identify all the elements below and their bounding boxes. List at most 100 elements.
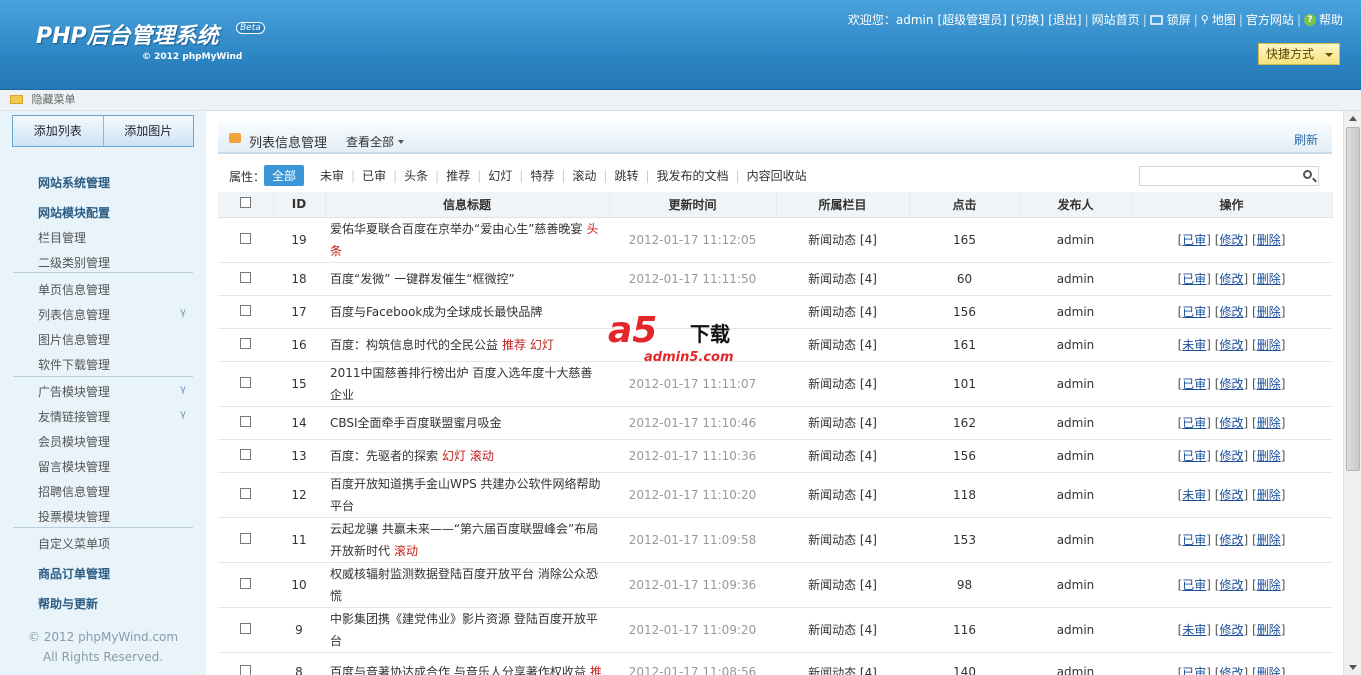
sidebar-item-image-info[interactable]: 图片信息管理 [38,331,110,348]
row-checkbox[interactable] [240,532,251,544]
table-row[interactable]: 12 百度开放知道携手金山WPS 共建办公软件网络帮助平台 2012-01-17 1… [218,472,1332,518]
sidebar-item-list-info[interactable]: 列表信息管理 γ [38,306,198,323]
row-checkbox[interactable] [240,232,251,244]
edit-link[interactable]: 修改 [1219,338,1243,352]
edit-link[interactable]: 修改 [1219,233,1243,247]
status-link[interactable]: 未审 [1182,338,1206,352]
col-hits[interactable]: 点击 [909,192,1021,218]
filter-item[interactable]: 头条 [398,165,434,186]
edit-link[interactable]: 修改 [1219,533,1243,547]
search-box[interactable] [1139,166,1319,186]
col-title[interactable]: 信息标题 [325,192,610,218]
shortcut-dropdown[interactable]: 快捷方式 [1258,43,1340,65]
table-row[interactable]: 18 百度“发微” 一键群发催生“框微控” 2012-01-17 11:11:50 新… [218,262,1332,296]
status-link[interactable]: 已审 [1182,272,1206,286]
filter-item[interactable]: 内容回收站 [741,165,813,186]
row-title[interactable]: CBSI全面牵手百度联盟蜜月吸金 [330,416,502,430]
col-author[interactable]: 发布人 [1020,192,1132,218]
sidebar-item-messages[interactable]: 留言模块管理 [38,458,110,475]
sidebar-item-help[interactable]: 帮助与更新 [38,595,98,612]
table-row[interactable]: 14 CBSI全面牵手百度联盟蜜月吸金 2012-01-17 11:10:46 新闻动… [218,406,1332,440]
sidebar-item-category[interactable]: 二级类别管理 [38,254,110,271]
sidebar-item-software[interactable]: 软件下载管理 [38,356,110,373]
sidebar-item-custom-menu[interactable]: 自定义菜单项 [38,535,110,552]
tab-add-list[interactable]: 添加列表 [13,116,103,146]
delete-link[interactable]: 删除 [1257,488,1281,502]
hide-menu-bar[interactable]: 隐藏菜单 [0,90,1361,111]
sidebar-item-votes[interactable]: 投票模块管理 [38,508,110,525]
help-link[interactable]: 帮助 [1319,11,1343,28]
scroll-up-icon[interactable] [1349,116,1357,121]
delete-link[interactable]: 删除 [1257,377,1281,391]
table-row[interactable]: 10 权威核辐射监测数据登陆百度开放平台 消除公众恐慌 2012-01-17 11:… [218,562,1332,608]
table-row[interactable]: 11 云起龙骧 共赢未来——“第六届百度联盟峰会”布局开放新时代 滚动 2012-01… [218,517,1332,563]
row-checkbox[interactable] [240,448,251,460]
official-site-link[interactable]: 官方网站 [1246,11,1294,28]
row-checkbox[interactable] [240,487,251,499]
row-checkbox[interactable] [240,376,251,388]
status-link[interactable]: 已审 [1182,416,1206,430]
sidebar-item-links[interactable]: 友情链接管理 γ [38,408,198,425]
sidebar-item-page-info[interactable]: 单页信息管理 [38,281,110,298]
scrollbar[interactable] [1343,111,1361,675]
row-title[interactable]: 中影集团携《建党伟业》影片资源 登陆百度开放平台 [330,612,598,648]
status-link[interactable]: 已审 [1182,449,1206,463]
row-checkbox[interactable] [240,304,251,316]
search-icon[interactable] [1303,170,1312,179]
refresh-link[interactable]: 刷新 [1294,131,1318,148]
delete-link[interactable]: 删除 [1257,233,1281,247]
table-row[interactable]: 16 百度：构筑信息时代的全民公益 推荐 幻灯 新闻动态 [4] 161 admin [未审… [218,328,1332,362]
table-row[interactable]: 17 百度与Facebook成为全球成长最快品牌 新闻动态 [4] 156 admin[… [218,295,1332,329]
table-row[interactable]: 8 百度与音著协达成合作 与音乐人分享著作权收益推 2012-01-17 11:08… [218,652,1332,675]
row-title[interactable]: 百度开放知道携手金山WPS 共建办公软件网络帮助平台 [330,477,601,513]
edit-link[interactable]: 修改 [1219,578,1243,592]
scroll-down-icon[interactable] [1349,665,1357,670]
switch-link[interactable]: [切换] [1011,11,1044,28]
filter-item[interactable]: 全部 [264,165,305,186]
row-title[interactable]: 百度：构筑信息时代的全民公益 [330,338,498,352]
row-checkbox[interactable] [240,665,251,675]
edit-link[interactable]: 修改 [1219,377,1243,391]
edit-link[interactable]: 修改 [1219,305,1243,319]
edit-link[interactable]: 修改 [1219,623,1243,637]
row-title[interactable]: 权威核辐射监测数据登陆百度开放平台 消除公众恐慌 [330,567,598,603]
filter-item[interactable]: 跳转 [608,165,644,186]
filter-item[interactable]: 幻灯 [482,165,518,186]
table-row[interactable]: 19 爱佑华夏联合百度在京举办“爱由心生”慈善晚宴 头条 2012-01-17 11:… [218,217,1332,263]
edit-link[interactable]: 修改 [1219,488,1243,502]
delete-link[interactable]: 删除 [1257,666,1281,675]
row-title[interactable]: 云起龙骧 共赢未来——“第六届百度联盟峰会”布局开放新时代 [330,522,598,558]
delete-link[interactable]: 删除 [1257,623,1281,637]
select-all-checkbox[interactable] [239,197,251,209]
row-title[interactable]: 爱佑华夏联合百度在京举办“爱由心生”慈善晚宴 [330,222,582,236]
row-title[interactable]: 百度：先驱者的探索 [330,449,438,463]
table-row[interactable]: 9 中影集团携《建党伟业》影片资源 登陆百度开放平台 2012-01-17 11:0… [218,607,1332,653]
table-row[interactable]: 13 百度：先驱者的探索 幻灯 滚动 2012-01-17 11:10:36 新闻动态 … [218,439,1332,473]
delete-link[interactable]: 删除 [1257,533,1281,547]
row-checkbox[interactable] [240,271,251,283]
col-id[interactable]: ID [273,192,326,218]
delete-link[interactable]: 删除 [1257,449,1281,463]
row-checkbox[interactable] [240,577,251,589]
edit-link[interactable]: 修改 [1219,449,1243,463]
status-link[interactable]: 已审 [1182,305,1206,319]
sidebar-item-module-config[interactable]: 网站模块配置 [38,204,110,221]
status-link[interactable]: 已审 [1182,578,1206,592]
status-link[interactable]: 已审 [1182,377,1206,391]
delete-link[interactable]: 删除 [1257,338,1281,352]
filter-item[interactable]: 已审 [356,165,392,186]
row-checkbox[interactable] [240,622,251,634]
sidebar-item-members[interactable]: 会员模块管理 [38,433,110,450]
tab-add-image[interactable]: 添加图片 [102,116,194,146]
delete-link[interactable]: 删除 [1257,305,1281,319]
sidebar-item-system[interactable]: 网站系统管理 [38,174,110,191]
row-title[interactable]: 百度与音著协达成合作 与音乐人分享著作权收益 [330,665,586,675]
edit-link[interactable]: 修改 [1219,416,1243,430]
status-link[interactable]: 未审 [1182,488,1206,502]
role-link[interactable]: [超级管理员] [938,11,1007,28]
status-link[interactable]: 已审 [1182,666,1206,675]
filter-item[interactable]: 特荐 [524,165,560,186]
filter-item[interactable]: 推荐 [440,165,476,186]
row-checkbox[interactable] [240,337,251,349]
lock-screen-link[interactable]: 锁屏 [1167,11,1191,28]
